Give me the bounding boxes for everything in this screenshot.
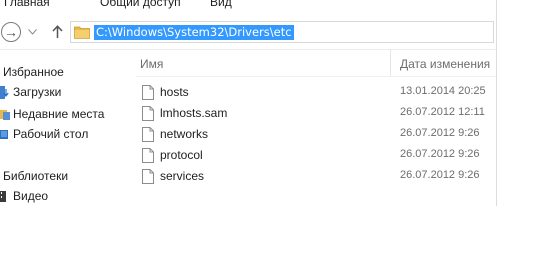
ribbon-tab-home[interactable]: Главная: [4, 0, 50, 9]
file-icon: [142, 85, 154, 100]
recent-places-icon: [0, 109, 10, 120]
desktop-icon: [0, 129, 8, 139]
column-header-date[interactable]: Дата изменения: [400, 57, 490, 71]
file-row-protocol[interactable]: protocol 26.07.2012 9:26: [136, 145, 496, 166]
file-icon: [142, 169, 154, 184]
file-name: hosts: [160, 85, 189, 99]
video-library-icon: [0, 190, 6, 202]
dropdown-arrow-icon: [27, 29, 37, 35]
libraries-header[interactable]: Библиотеки: [3, 169, 68, 183]
sidebar-item-recent-places[interactable]: Недавние места: [0, 105, 132, 123]
ribbon-tabs: Главная Общий доступ Вид: [0, 0, 496, 13]
file-icon: [142, 127, 154, 142]
file-name: services: [160, 169, 205, 183]
favorites-header[interactable]: Избранное: [3, 65, 64, 79]
file-date: 13.01.2014 20:25: [400, 85, 486, 97]
file-name: protocol: [160, 148, 203, 162]
sidebar-item-label: Видео: [13, 189, 49, 203]
sidebar-item-label: Рабочий стол: [13, 127, 89, 141]
sidebar-item-label: Загрузки: [13, 85, 62, 99]
back-arrow-icon: →: [4, 24, 18, 40]
up-arrow-icon: [51, 25, 63, 38]
explorer-window: Главная Общий доступ Вид → C:\Windows\Sy…: [0, 0, 497, 206]
file-date: 26.07.2012 9:26: [400, 127, 480, 139]
downloads-icon: [0, 85, 9, 99]
file-row-hosts[interactable]: hosts 13.01.2014 20:25: [136, 82, 496, 103]
file-row-services[interactable]: services 26.07.2012 9:26: [136, 166, 496, 187]
column-headers: Имя Дата изменения: [136, 50, 496, 76]
column-divider[interactable]: [390, 50, 391, 76]
file-name: networks: [160, 127, 209, 141]
file-date: 26.07.2012 9:26: [400, 169, 480, 181]
folder-icon: [74, 26, 90, 39]
file-icon: [142, 106, 154, 121]
address-input[interactable]: C:\Windows\System32\Drivers\etc: [94, 25, 294, 40]
up-button[interactable]: [49, 22, 65, 42]
file-icon: [142, 148, 154, 163]
sidebar-item-desktop[interactable]: Рабочий стол: [0, 125, 132, 143]
back-button[interactable]: →: [1, 22, 21, 42]
sidebar-item-video[interactable]: Видео: [0, 187, 132, 205]
address-bar[interactable]: C:\Windows\System32\Drivers\etc: [70, 21, 494, 43]
sidebar-item-downloads[interactable]: Загрузки: [0, 83, 132, 101]
ribbon-tab-view[interactable]: Вид: [210, 0, 232, 9]
file-date: 26.07.2012 9:26: [400, 148, 480, 160]
navigation-pane: Избранное Загрузки Недавние места Рабочи…: [0, 50, 132, 206]
history-dropdown-button[interactable]: [27, 24, 37, 40]
sidebar-item-label: Недавние места: [13, 107, 105, 121]
file-list: Имя Дата изменения hosts 13.01.2014 20:2…: [136, 50, 496, 206]
header-divider: [136, 76, 496, 77]
address-row: → C:\Windows\System32\Drivers\etc: [0, 13, 496, 50]
file-row-networks[interactable]: networks 26.07.2012 9:26: [136, 124, 496, 145]
file-date: 26.07.2012 12:11: [400, 106, 485, 118]
ribbon-tab-share[interactable]: Общий доступ: [100, 0, 181, 9]
file-row-lmhosts[interactable]: lmhosts.sam 26.07.2012 12:11: [136, 103, 496, 124]
file-name: lmhosts.sam: [160, 106, 228, 120]
column-header-name[interactable]: Имя: [140, 57, 163, 71]
